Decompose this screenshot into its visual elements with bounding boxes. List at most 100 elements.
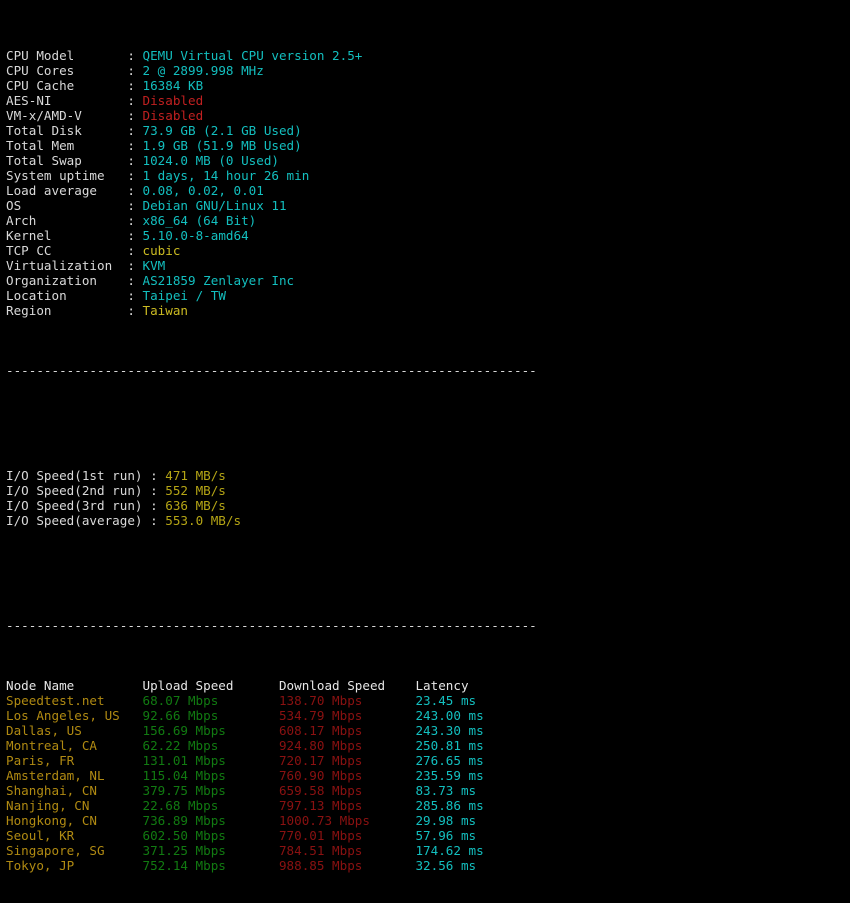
sysinfo-label: Total Disk (6, 123, 128, 138)
speedtest-row: Shanghai, CN 379.75 Mbps 659.58 Mbps 83.… (6, 783, 850, 798)
speedtest-upload: 22.68 Mbps (142, 798, 279, 813)
sysinfo-colon: : (127, 243, 143, 258)
sysinfo-value: cubic (142, 243, 181, 258)
sysinfo-value: AS21859 Zenlayer Inc (142, 273, 295, 288)
speedtest-row: Montreal, CA 62.22 Mbps 924.80 Mbps 250.… (6, 738, 850, 753)
iospeed-value: 636 MB/s (165, 498, 226, 513)
speedtest-download: 988.85 Mbps (278, 858, 416, 873)
speedtest-latency: 23.45 ms (415, 693, 477, 708)
speedtest-latency: 276.65 ms (415, 753, 484, 768)
sysinfo-row: CPU Cache : 16384 KB (6, 78, 850, 93)
speedtest-node: Tokyo, JP (6, 858, 143, 873)
iospeed-label: I/O Speed(average) (6, 513, 151, 528)
speedtest-latency: 29.98 ms (415, 813, 477, 828)
sysinfo-label: Total Mem (6, 138, 128, 153)
iospeed-row: I/O Speed(average) : 553.0 MB/s (6, 513, 850, 528)
speedtest-node: Amsterdam, NL (6, 768, 143, 783)
speedtest-download: 924.80 Mbps (278, 738, 416, 753)
sysinfo-row: Total Disk : 73.9 GB (2.1 GB Used) (6, 123, 850, 138)
sysinfo-value: 73.9 GB (2.1 GB Used) (142, 123, 302, 138)
speedtest-node: Hongkong, CN (6, 813, 143, 828)
speedtest-row: Amsterdam, NL 115.04 Mbps 760.90 Mbps 23… (6, 768, 850, 783)
separator-line-1: ----------------------------------------… (6, 363, 537, 378)
separator-line-2: ----------------------------------------… (6, 618, 537, 633)
speedtest-download: 720.17 Mbps (278, 753, 416, 768)
sysinfo-colon: : (127, 138, 143, 153)
speedtest-latency: 57.96 ms (415, 828, 477, 843)
sysinfo-label: AES-NI (6, 93, 128, 108)
sysinfo-colon: : (127, 198, 143, 213)
sysinfo-label: Load average (6, 183, 128, 198)
speedtest-row: Dallas, US 156.69 Mbps 608.17 Mbps 243.3… (6, 723, 850, 738)
speedtest-latency: 243.30 ms (415, 723, 484, 738)
sysinfo-label: Organization (6, 273, 128, 288)
sysinfo-label: CPU Cores (6, 63, 128, 78)
iospeed-colon: : (150, 483, 166, 498)
sysinfo-label: Total Swap (6, 153, 128, 168)
sysinfo-colon: : (127, 93, 143, 108)
sysinfo-value: 1.9 GB (51.9 MB Used) (142, 138, 302, 153)
sysinfo-value: 16384 KB (142, 78, 204, 93)
sysinfo-value: Debian GNU/Linux 11 (142, 198, 287, 213)
speedtest-download: 659.58 Mbps (278, 783, 416, 798)
column-header-node: Node Name (6, 678, 143, 693)
sysinfo-row: Region : Taiwan (6, 303, 850, 318)
sysinfo-label: Region (6, 303, 128, 318)
sysinfo-label: VM-x/AMD-V (6, 108, 128, 123)
speedtest-node: Paris, FR (6, 753, 143, 768)
iospeed-colon: : (150, 498, 166, 513)
sysinfo-row: Load average : 0.08, 0.02, 0.01 (6, 183, 850, 198)
sysinfo-value: x86_64 (64 Bit) (142, 213, 257, 228)
speedtest-download: 784.51 Mbps (278, 843, 416, 858)
speedtest-latency: 83.73 ms (415, 783, 477, 798)
sysinfo-value: Taiwan (142, 303, 189, 318)
speedtest-download: 1000.73 Mbps (278, 813, 416, 828)
sysinfo-colon: : (127, 153, 143, 168)
sysinfo-value: 0.08, 0.02, 0.01 (142, 183, 264, 198)
sysinfo-value: 2 @ 2899.998 MHz (142, 63, 264, 78)
column-header-latency: Latency (415, 678, 469, 693)
speedtest-upload: 736.89 Mbps (142, 813, 279, 828)
system-info-section: CPU Model : QEMU Virtual CPU version 2.5… (6, 48, 850, 318)
sysinfo-row: System uptime : 1 days, 14 hour 26 min (6, 168, 850, 183)
sysinfo-label: TCP CC (6, 243, 128, 258)
sysinfo-value: 1024.0 MB (0 Used) (142, 153, 279, 168)
speedtest-row: Speedtest.net 68.07 Mbps 138.70 Mbps 23.… (6, 693, 850, 708)
sysinfo-value: Disabled (142, 93, 204, 108)
sysinfo-value: Taipei / TW (142, 288, 226, 303)
sysinfo-label: System uptime (6, 168, 128, 183)
speedtest-node: Montreal, CA (6, 738, 143, 753)
speedtest-node: Shanghai, CN (6, 783, 143, 798)
sysinfo-label: Location (6, 288, 128, 303)
speedtest-node: Speedtest.net (6, 693, 143, 708)
iospeed-colon: : (150, 513, 166, 528)
sysinfo-colon: : (127, 303, 143, 318)
sysinfo-colon: : (127, 78, 143, 93)
speedtest-upload: 115.04 Mbps (142, 768, 279, 783)
speedtest-row: Los Angeles, US 92.66 Mbps 534.79 Mbps 2… (6, 708, 850, 723)
speedtest-upload: 131.01 Mbps (142, 753, 279, 768)
speedtest-upload: 371.25 Mbps (142, 843, 279, 858)
sysinfo-row: VM-x/AMD-V : Disabled (6, 108, 850, 123)
speedtest-download: 797.13 Mbps (278, 798, 416, 813)
sysinfo-value: QEMU Virtual CPU version 2.5+ (142, 48, 363, 63)
sysinfo-row: Location : Taipei / TW (6, 288, 850, 303)
sysinfo-colon: : (127, 183, 143, 198)
speedtest-upload: 752.14 Mbps (142, 858, 279, 873)
iospeed-value: 553.0 MB/s (165, 513, 242, 528)
speedtest-download: 760.90 Mbps (278, 768, 416, 783)
sysinfo-colon: : (127, 168, 143, 183)
iospeed-label: I/O Speed(1st run) (6, 468, 151, 483)
sysinfo-label: Virtualization (6, 258, 128, 273)
speedtest-latency: 174.62 ms (415, 843, 484, 858)
sysinfo-label: CPU Model (6, 48, 128, 63)
iospeed-value: 471 MB/s (165, 468, 226, 483)
speedtest-node: Singapore, SG (6, 843, 143, 858)
sysinfo-label: CPU Cache (6, 78, 128, 93)
speedtest-node: Los Angeles, US (6, 708, 143, 723)
sysinfo-colon: : (127, 108, 143, 123)
iospeed-colon: : (150, 468, 166, 483)
sysinfo-colon: : (127, 63, 143, 78)
speedtest-upload: 602.50 Mbps (142, 828, 279, 843)
